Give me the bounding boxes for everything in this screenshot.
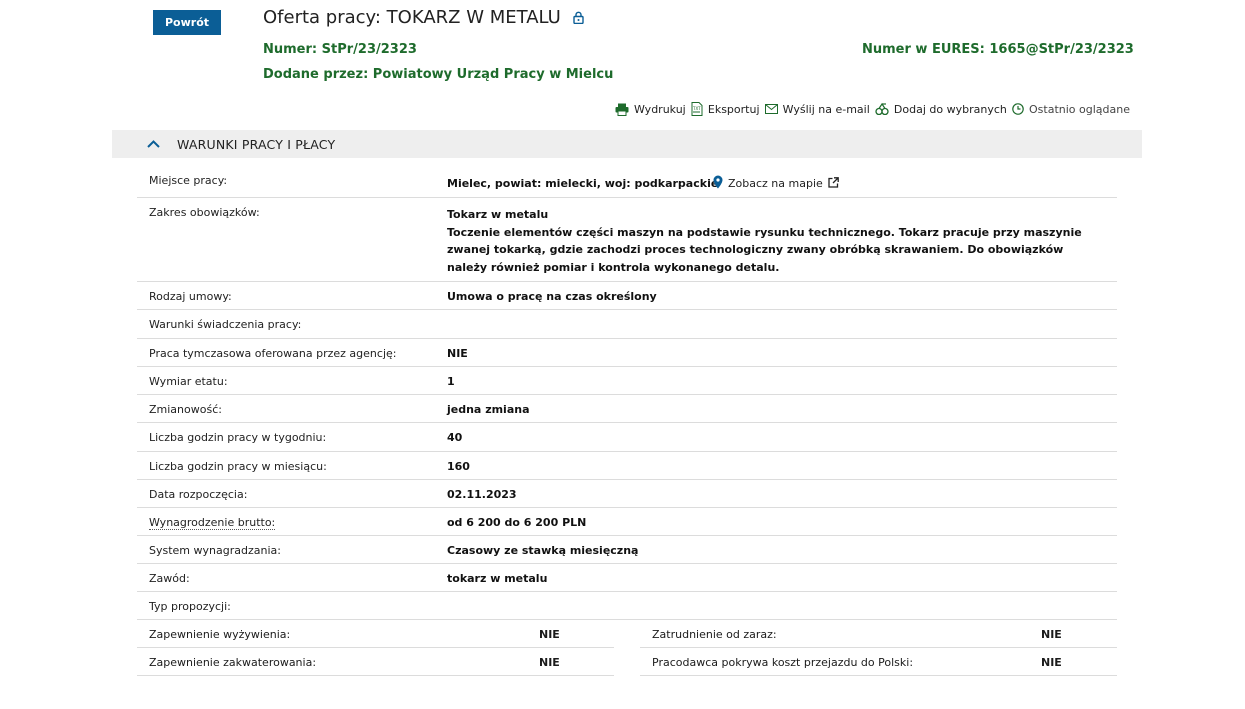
page-title-text: Oferta pracy: TOKARZ W METALU <box>263 7 561 28</box>
table-row: Praca tymczasowa oferowana przez agencję… <box>137 339 1117 367</box>
details-table: Miejsce pracy: Mielec, powiat: mielecki,… <box>137 168 1117 620</box>
table-row: Rodzaj umowy: Umowa o pracę na czas okre… <box>137 282 1117 310</box>
recent-button[interactable]: Ostatnio oglądane <box>1012 103 1130 116</box>
section-header[interactable]: WARUNKI PRACY I PŁACY <box>112 130 1142 158</box>
back-button[interactable]: Powrót <box>153 10 221 35</box>
table-row: Pracodawca pokrywa koszt przejazdu do Po… <box>640 648 1117 676</box>
table-row: Zatrudnienie od zaraz: NIE <box>640 620 1117 648</box>
table-row: Zmianowość: jedna zmiana <box>137 395 1117 423</box>
chevron-up-icon[interactable] <box>147 140 160 148</box>
export-file-icon: TXT <box>691 102 703 116</box>
table-row: Miejsce pracy: Mielec, powiat: mielecki,… <box>137 168 1117 198</box>
clock-icon <box>1012 103 1024 115</box>
print-button[interactable]: Wydrukuj <box>615 103 686 116</box>
table-row: Zawód: tokarz w metalu <box>137 564 1117 592</box>
table-row: Wymiar etatu: 1 <box>137 367 1117 395</box>
table-row: Zakres obowiązków: Tokarz w metalu Tocze… <box>137 198 1117 282</box>
table-row: Data rozpoczęcia: 02.11.2023 <box>137 480 1117 508</box>
added-by-link[interactable]: Powiatowy Urząd Pracy w Mielcu <box>373 67 614 82</box>
table-row: Typ propozycji: <box>137 592 1117 620</box>
table-row: Liczba godzin pracy w miesiącu: 160 <box>137 452 1117 480</box>
lock-icon <box>573 11 584 24</box>
table-row: Warunki świadczenia pracy: <box>137 310 1117 339</box>
favorite-button[interactable]: Dodaj do wybranych <box>875 103 1007 116</box>
envelope-icon <box>764 104 778 114</box>
section-title: WARUNKI PRACY I PŁACY <box>177 136 336 152</box>
map-pin-icon <box>713 175 723 192</box>
export-button[interactable]: TXT Eksportuj <box>691 102 760 116</box>
cherries-icon <box>875 103 889 115</box>
added-by: Dodane przez: Powiatowy Urząd Pracy w Mi… <box>263 67 614 82</box>
eures-number: Numer w EURES: 1665@StPr/23/2323 <box>862 42 1134 57</box>
salary-tooltip-label[interactable]: Wynagrodzenie brutto: <box>149 516 276 530</box>
duties-description: Tokarz w metalu Toczenie elementów częśc… <box>447 208 1082 274</box>
table-row: Liczba godzin pracy w tygodniu: 40 <box>137 423 1117 452</box>
external-link-icon <box>828 176 839 191</box>
table-row: Zapewnienie wyżywienia: NIE <box>137 620 614 648</box>
table-row: Wynagrodzenie brutto: od 6 200 do 6 200 … <box>137 508 1117 536</box>
map-link[interactable]: Zobacz na mapie <box>713 175 839 192</box>
table-row: System wynagradzania: Czasowy ze stawką … <box>137 536 1117 564</box>
printer-icon <box>615 103 629 116</box>
svg-text:TXT: TXT <box>692 106 701 111</box>
table-row: Zapewnienie zakwaterowania: NIE <box>137 648 614 676</box>
email-button[interactable]: Wyślij na e-mail <box>764 103 870 116</box>
page-title: Oferta pracy: TOKARZ W METALU <box>263 7 584 28</box>
offer-number: Numer: StPr/23/2323 <box>263 42 417 57</box>
toolbar: Wydrukuj TXT Eksportuj Wyślij na e-mail … <box>615 102 1130 116</box>
